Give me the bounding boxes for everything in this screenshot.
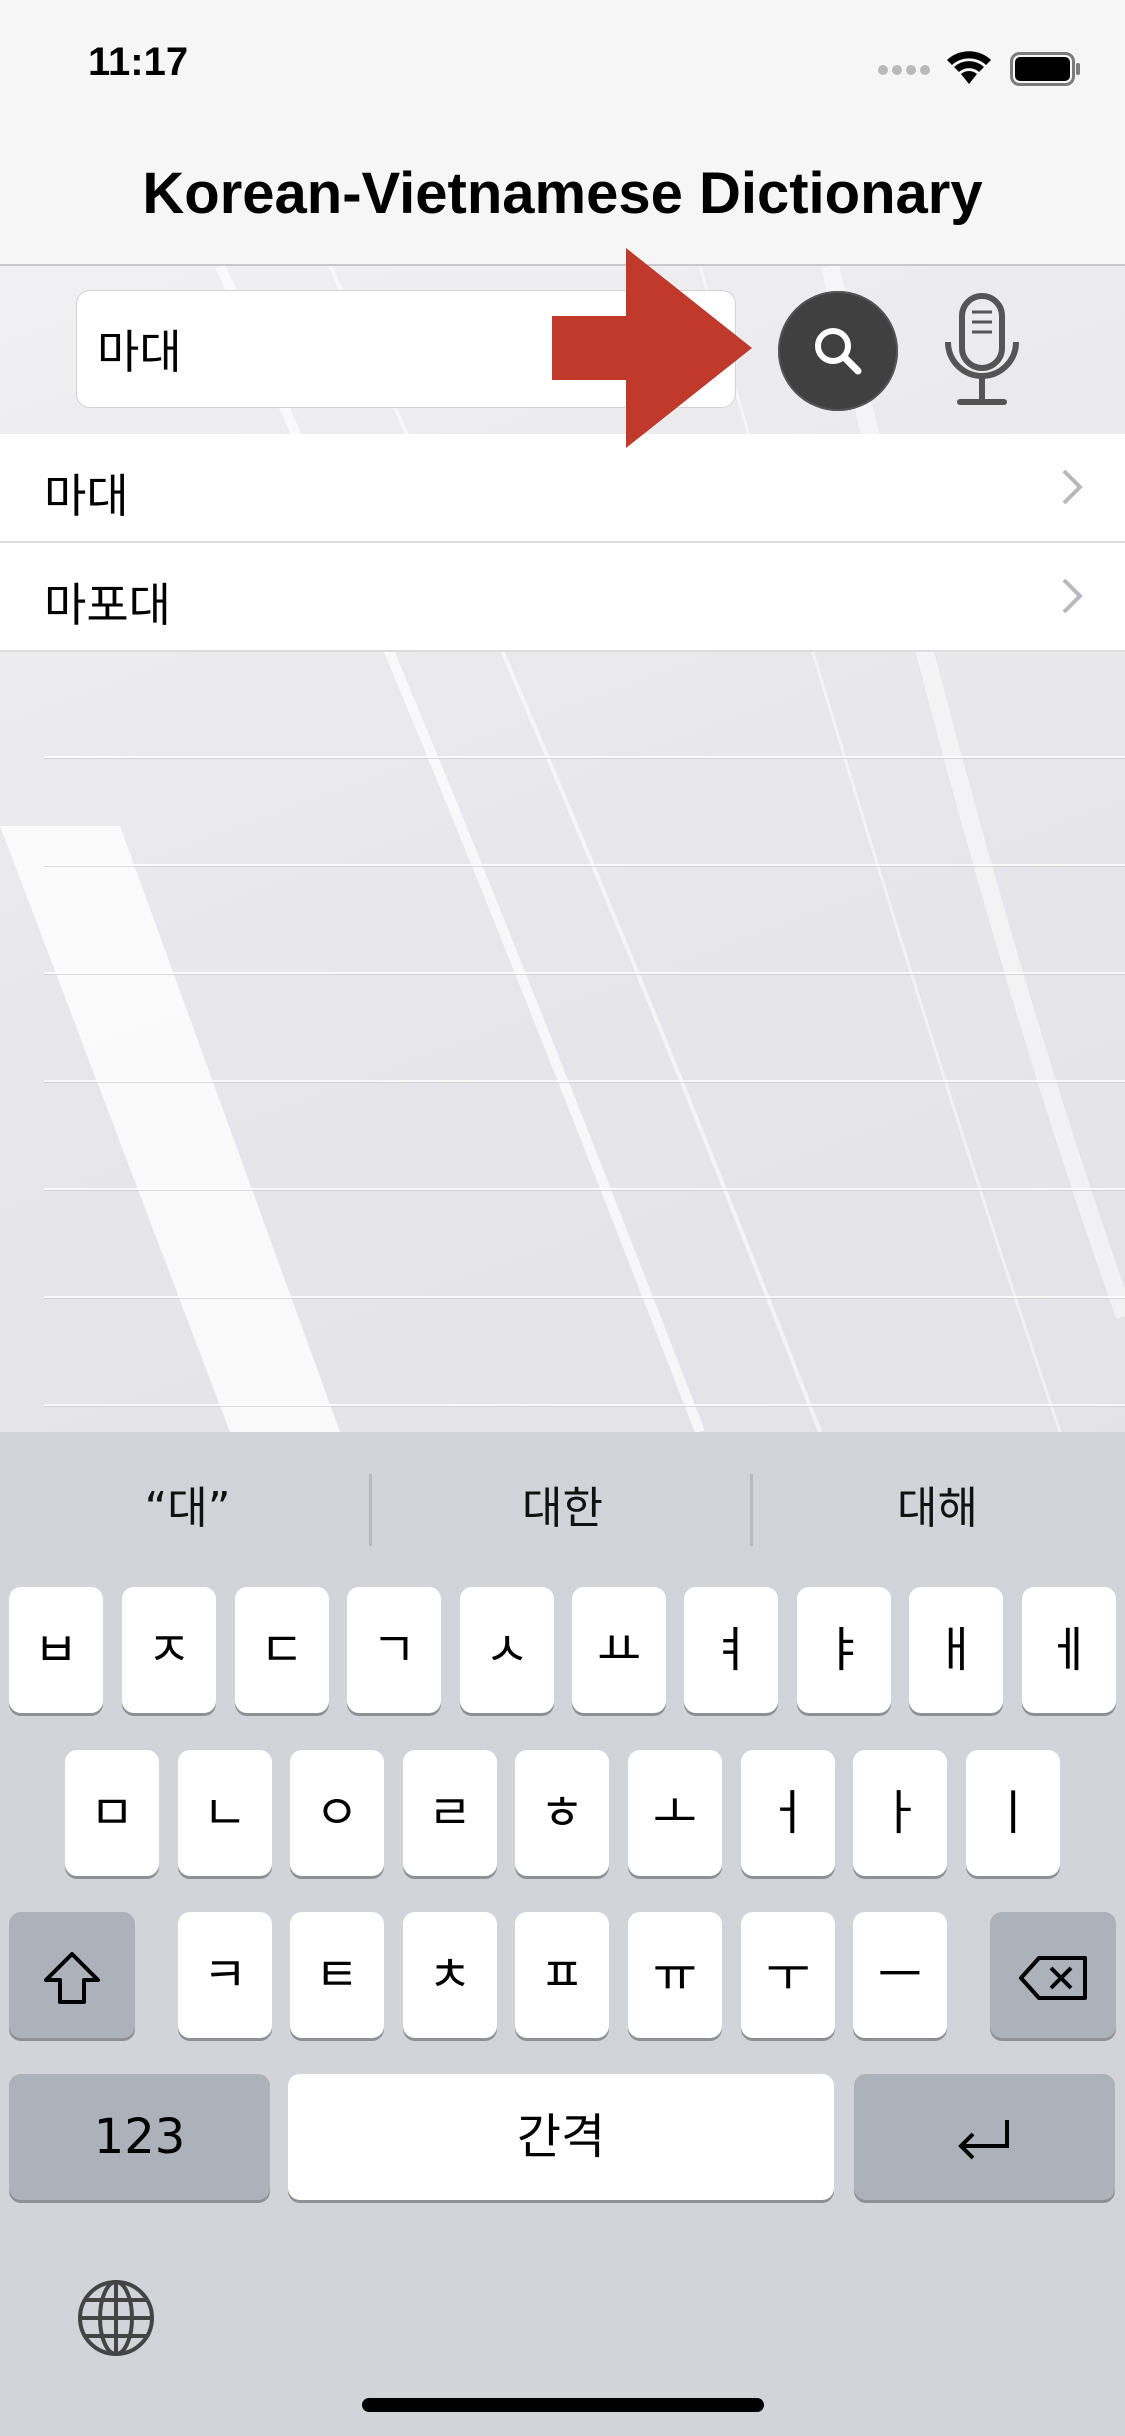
- search-button[interactable]: [778, 291, 898, 411]
- key[interactable]: ㄷ: [235, 1587, 329, 1713]
- key[interactable]: ㅣ: [966, 1750, 1060, 1876]
- delete-icon: [1019, 1956, 1087, 2000]
- microphone-icon[interactable]: [938, 292, 1026, 410]
- suggestion-item[interactable]: “대”: [0, 1472, 375, 1536]
- key[interactable]: ㅋ: [178, 1912, 272, 2038]
- suggestion-item[interactable]: 대한: [375, 1472, 750, 1536]
- key[interactable]: ㅜ: [741, 1912, 835, 2038]
- return-icon: [957, 2120, 1009, 2160]
- keyboard: “대” 대한 대해 ㅂ ㅈ ㄷ ㄱ ㅅ ㅛ ㅕ ㅑ ㅐ ㅔ ㅁ ㄴ ㅇ ㄹ ㅎ …: [0, 1432, 1125, 2436]
- key[interactable]: ㅏ: [853, 1750, 947, 1876]
- key[interactable]: ㅛ: [572, 1587, 666, 1713]
- key[interactable]: ㄹ: [403, 1750, 497, 1876]
- list-item-label: 마포대: [44, 578, 171, 632]
- key[interactable]: ㅇ: [290, 1750, 384, 1876]
- suggestion-bar: “대” 대한 대해: [0, 1432, 1125, 1582]
- key[interactable]: ㅌ: [290, 1912, 384, 2038]
- status-time: 11:17: [88, 40, 189, 84]
- numbers-key[interactable]: 123: [9, 2074, 270, 2200]
- chevron-right-icon: [1062, 578, 1083, 614]
- suggestion-item[interactable]: 대해: [750, 1472, 1125, 1536]
- key[interactable]: ㅠ: [628, 1912, 722, 2038]
- battery-icon: [1010, 52, 1080, 86]
- list-item[interactable]: 마대: [0, 434, 1125, 543]
- key[interactable]: ㅑ: [797, 1587, 891, 1713]
- chevron-right-icon: [1062, 469, 1083, 505]
- space-key[interactable]: 간격: [288, 2074, 834, 2200]
- key[interactable]: ㅁ: [65, 1750, 159, 1876]
- key[interactable]: ㅅ: [460, 1587, 554, 1713]
- shift-icon: [44, 1952, 100, 2004]
- results-list: 마대 마포대: [0, 434, 1125, 652]
- key[interactable]: ㅓ: [741, 1750, 835, 1876]
- globe-icon[interactable]: [76, 2278, 156, 2358]
- home-indicator: [362, 2398, 764, 2412]
- page-title: Korean-Vietnamese Dictionary: [142, 161, 983, 226]
- navigation-bar: Korean-Vietnamese Dictionary: [0, 130, 1125, 266]
- signal-icon: [878, 60, 934, 79]
- key[interactable]: ㅐ: [909, 1587, 1003, 1713]
- list-item[interactable]: 마포대: [0, 543, 1125, 652]
- key[interactable]: ㅡ: [853, 1912, 947, 2038]
- wifi-icon: [947, 51, 991, 84]
- list-item-label: 마대: [44, 469, 129, 523]
- key[interactable]: ㅕ: [684, 1587, 778, 1713]
- key[interactable]: ㅊ: [403, 1912, 497, 2038]
- return-key[interactable]: [854, 2074, 1115, 2200]
- key[interactable]: ㅗ: [628, 1750, 722, 1876]
- key[interactable]: ㅎ: [515, 1750, 609, 1876]
- arrow-pointer-icon: [552, 248, 752, 448]
- key[interactable]: ㄱ: [347, 1587, 441, 1713]
- search-icon: [815, 328, 862, 375]
- delete-key[interactable]: [990, 1912, 1116, 2038]
- key[interactable]: ㅂ: [9, 1587, 103, 1713]
- status-bar: 11:17: [0, 0, 1125, 130]
- key[interactable]: ㅍ: [515, 1912, 609, 2038]
- shift-key[interactable]: [9, 1912, 135, 2038]
- key[interactable]: ㄴ: [178, 1750, 272, 1876]
- key[interactable]: ㅈ: [122, 1587, 216, 1713]
- key[interactable]: ㅔ: [1022, 1587, 1116, 1713]
